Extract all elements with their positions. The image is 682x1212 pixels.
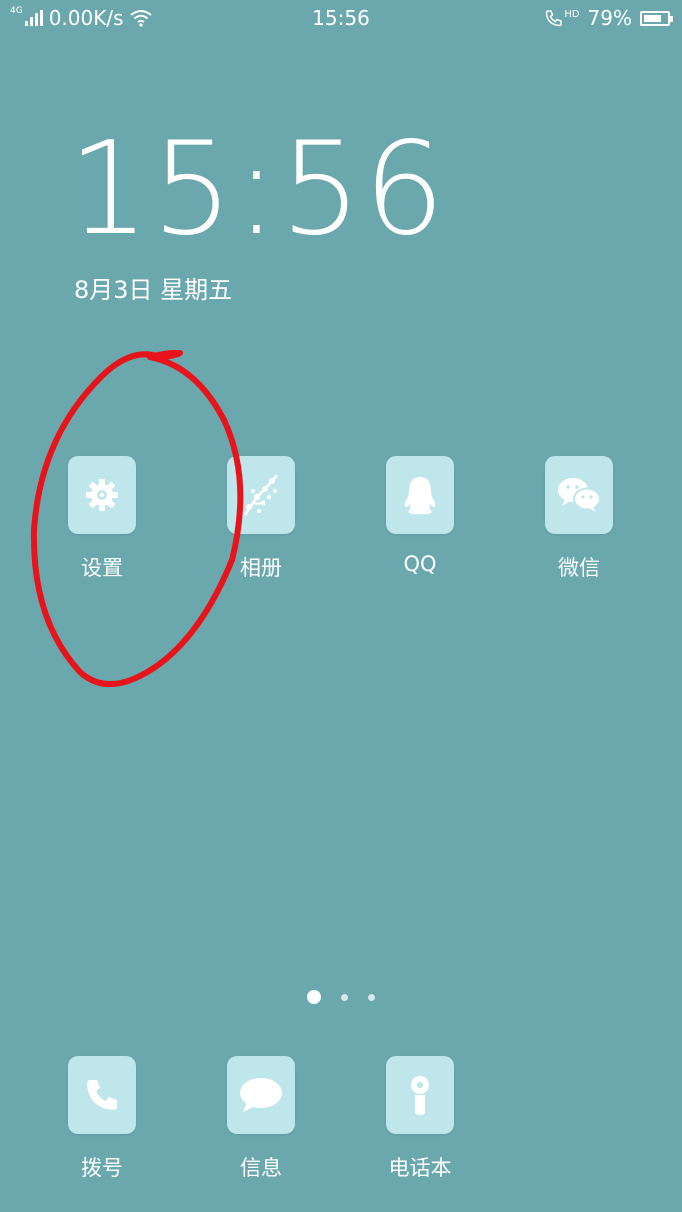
phone-icon xyxy=(87,1080,117,1110)
app-label: 微信 xyxy=(558,556,600,580)
qq-penguin-icon xyxy=(404,477,436,515)
app-icon-tile[interactable] xyxy=(545,456,613,534)
gear-icon xyxy=(86,479,118,511)
app-icon-tile[interactable] xyxy=(386,1056,454,1134)
page-dot[interactable] xyxy=(368,993,375,1001)
app-settings[interactable]: 设置 xyxy=(42,456,162,582)
app-qq[interactable]: QQ xyxy=(360,456,480,576)
battery-level-fill xyxy=(644,14,661,22)
wechat-icon xyxy=(558,478,601,512)
battery-icon xyxy=(640,10,673,26)
app-icon-tile[interactable] xyxy=(386,456,454,534)
app-wechat[interactable]: 微信 xyxy=(519,456,639,582)
hd-badge: HD xyxy=(564,9,580,20)
app-label: 电话本 xyxy=(388,1156,452,1180)
app-gallery[interactable]: 相册 xyxy=(201,456,321,582)
app-icon-tile[interactable] xyxy=(227,1056,295,1134)
status-right: HD 79% xyxy=(545,6,673,30)
photo-gallery-icon xyxy=(243,474,278,516)
app-icon-tile[interactable] xyxy=(68,1056,136,1134)
dock-contacts[interactable]: 电话本 xyxy=(360,1056,480,1182)
app-label: QQ xyxy=(403,552,437,576)
contacts-icon xyxy=(411,1076,429,1115)
dock-messages[interactable]: 信息 xyxy=(201,1056,321,1182)
clock-widget-time[interactable]: 15:56 xyxy=(68,126,447,254)
page-indicator[interactable] xyxy=(0,990,682,1004)
app-label: 信息 xyxy=(240,1156,282,1180)
hd-call-icon: HD xyxy=(545,9,580,27)
app-label: 拨号 xyxy=(81,1156,123,1180)
clock-widget-date: 8月3日 星期五 xyxy=(74,276,233,304)
dock-phone[interactable]: 拨号 xyxy=(42,1056,162,1182)
page-dot[interactable] xyxy=(307,990,321,1004)
status-bar: 4G 0.00K/s 15:56 HD 79% xyxy=(0,0,682,36)
page-dot[interactable] xyxy=(341,993,348,1001)
app-label: 设置 xyxy=(81,556,123,580)
message-icon xyxy=(240,1078,282,1112)
battery-percent: 79% xyxy=(587,6,632,30)
app-label: 相册 xyxy=(240,556,282,580)
app-icon-tile[interactable] xyxy=(227,456,295,534)
app-icon-tile[interactable] xyxy=(68,456,136,534)
